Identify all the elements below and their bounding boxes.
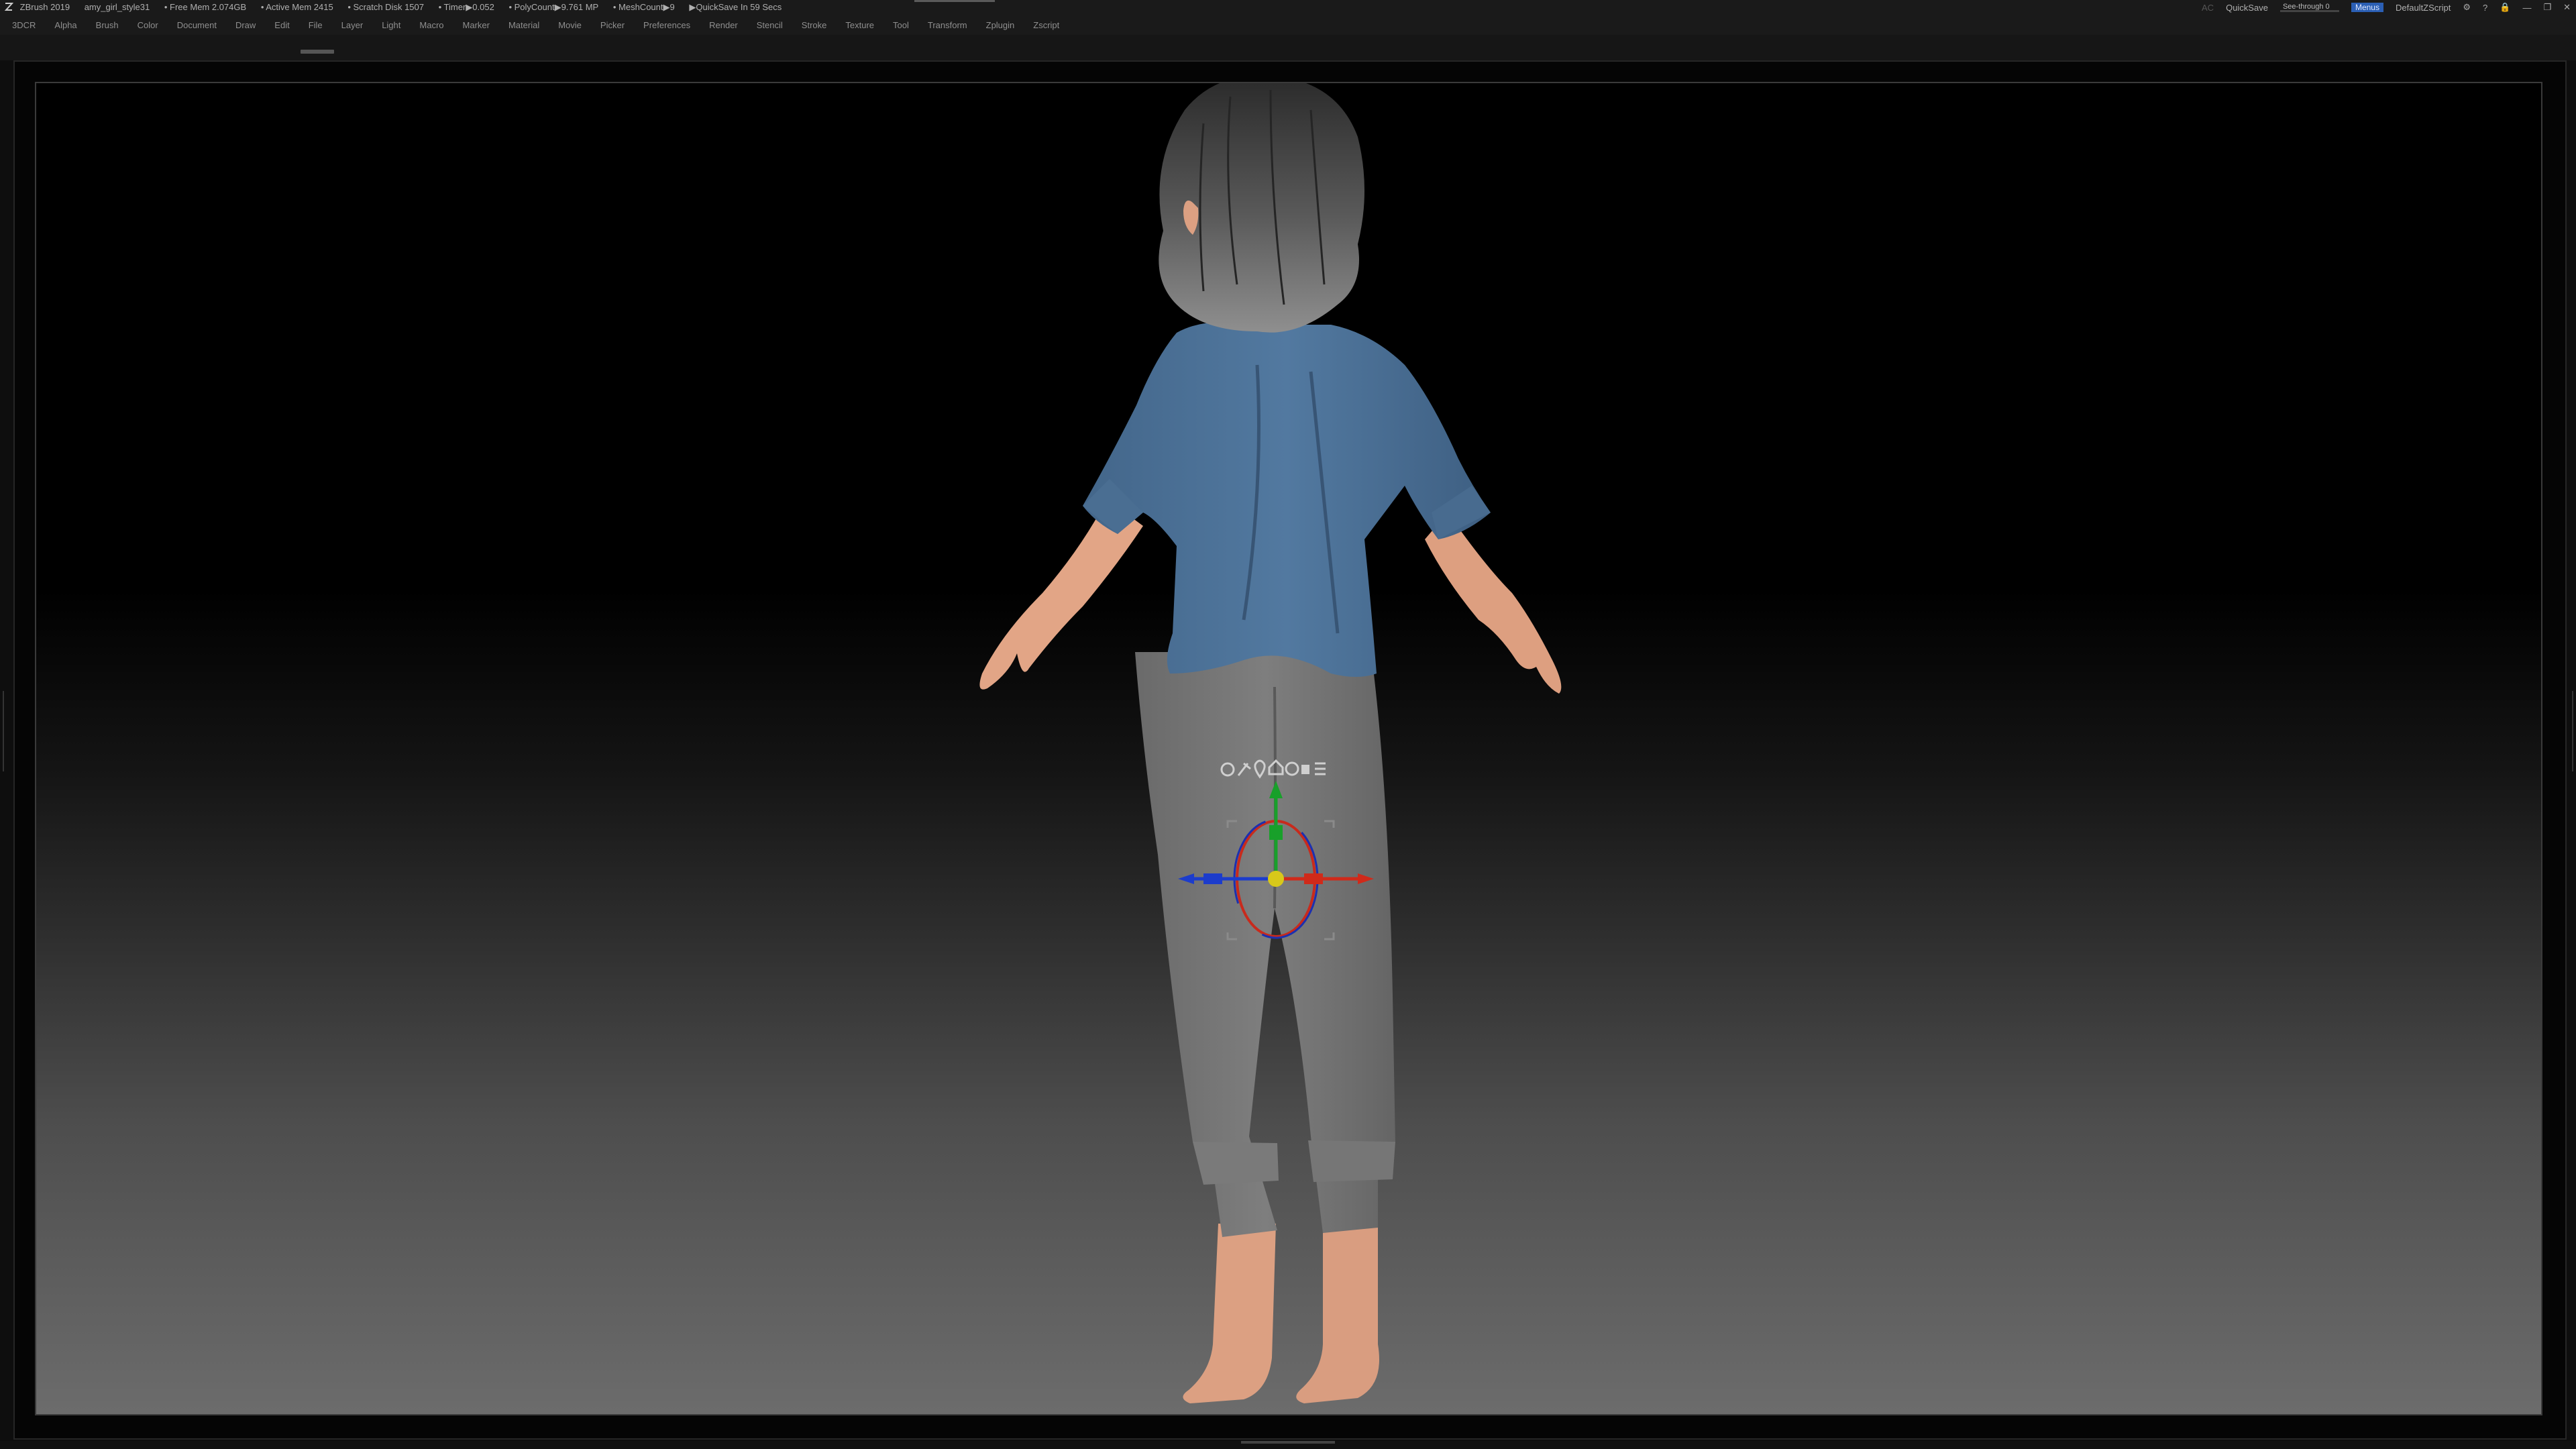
menu-item-texture[interactable]: Texture <box>845 20 874 30</box>
minimize-icon[interactable]: — <box>2522 3 2531 13</box>
menu-item-document[interactable]: Document <box>177 20 217 30</box>
ac-label[interactable]: AC <box>2202 3 2214 13</box>
quicksave-button[interactable]: QuickSave <box>2226 3 2268 13</box>
right-arm <box>1425 513 1562 694</box>
main-menu-bar: 3DCR Alpha Brush Color Document Draw Edit File L… <box>0 15 2576 35</box>
pants-cuff-left <box>1193 1142 1279 1185</box>
shelf-drag-handle[interactable] <box>301 50 334 54</box>
menu-item-file[interactable]: File <box>309 20 323 30</box>
default-zscript-button[interactable]: DefaultZScript <box>2396 3 2451 13</box>
gizmo-scale-x[interactable] <box>1304 873 1323 884</box>
menu-item-marker[interactable]: Marker <box>463 20 490 30</box>
menu-item-render[interactable]: Render <box>709 20 738 30</box>
menu-item-stroke[interactable]: Stroke <box>802 20 827 30</box>
see-through-slider[interactable]: See-through 0 <box>2279 3 2339 12</box>
menu-item-transform[interactable]: Transform <box>928 20 967 30</box>
zbrush-logo-icon <box>4 3 13 11</box>
title-bar-controls: AC QuickSave See-through 0 Menus Default… <box>2202 2 2571 13</box>
menu-item-layer[interactable]: Layer <box>341 20 364 30</box>
menu-item-zscript[interactable]: Zscript <box>1033 20 1059 30</box>
pants-cuff-right <box>1308 1140 1395 1182</box>
menu-item-movie[interactable]: Movie <box>558 20 582 30</box>
menu-item-draw[interactable]: Draw <box>235 20 256 30</box>
help-icon[interactable]: ? <box>2483 3 2487 13</box>
menu-item-stencil[interactable]: Stencil <box>757 20 783 30</box>
menu-item-picker[interactable]: Picker <box>600 20 625 30</box>
menu-item-material[interactable]: Material <box>508 20 539 30</box>
see-through-track <box>2279 10 2339 12</box>
restore-icon[interactable]: ❐ <box>2543 2 2551 13</box>
quicksave-timer: ▶QuickSave In 59 Secs <box>689 2 782 12</box>
title-bar-status: ZBrush 2019 amy_girl_style31 • Free Mem … <box>4 2 794 13</box>
menu-item-3dcr[interactable]: 3DCR <box>12 20 36 30</box>
document-viewport[interactable] <box>35 82 2542 1415</box>
scratch-disk: • Scratch Disk 1507 <box>347 2 424 12</box>
shirt <box>1083 322 1491 677</box>
menu-item-tool[interactable]: Tool <box>893 20 909 30</box>
active-mem: • Active Mem 2415 <box>260 2 333 12</box>
character-model[interactable] <box>979 83 1562 1403</box>
menu-item-brush[interactable]: Brush <box>96 20 119 30</box>
title-bar: ZBrush 2019 amy_girl_style31 • Free Mem … <box>0 0 2576 15</box>
scene-canvas <box>979 83 1562 1403</box>
meshcount: • MeshCount▶9 <box>612 2 675 12</box>
active-tab-indicator <box>914 0 995 2</box>
menu-items: 3DCR Alpha Brush Color Document Draw Edit File L… <box>12 20 1059 30</box>
lock-icon[interactable] <box>1301 765 1309 774</box>
right-leg <box>1296 1224 1379 1403</box>
timer: • Timer▶0.052 <box>438 2 494 12</box>
left-leg <box>1183 1224 1276 1403</box>
gizmo-scale-z[interactable] <box>1203 873 1222 884</box>
menu-item-alpha[interactable]: Alpha <box>54 20 76 30</box>
menu-item-macro[interactable]: Macro <box>419 20 443 30</box>
left-tray-grip[interactable] <box>3 691 9 771</box>
bottom-tray <box>0 1441 2576 1449</box>
bottom-tray-handle[interactable] <box>1241 1441 1335 1444</box>
app-title: ZBrush 2019 <box>19 2 70 12</box>
gizmo-scale-y[interactable] <box>1269 825 1283 840</box>
menu-item-color[interactable]: Color <box>138 20 158 30</box>
menus-button[interactable]: Menus <box>2351 3 2383 12</box>
layout-icon[interactable]: ⚙ <box>2463 2 2471 13</box>
menu-item-preferences[interactable]: Preferences <box>643 20 690 30</box>
document-name: amy_girl_style31 <box>84 2 150 12</box>
gizmo-center[interactable] <box>1268 871 1284 887</box>
right-tray-grip[interactable] <box>2567 691 2573 771</box>
shelf-strip <box>0 35 2576 60</box>
menu-item-light[interactable]: Light <box>382 20 400 30</box>
menu-item-zplugin[interactable]: Zplugin <box>986 20 1015 30</box>
close-icon[interactable]: ✕ <box>2563 2 2571 13</box>
lock-icon[interactable]: 🔒 <box>2500 2 2510 13</box>
free-mem: • Free Mem 2.074GB <box>164 2 247 12</box>
polycount: • PolyCount▶9.761 MP <box>508 2 599 12</box>
menu-item-edit[interactable]: Edit <box>274 20 289 30</box>
